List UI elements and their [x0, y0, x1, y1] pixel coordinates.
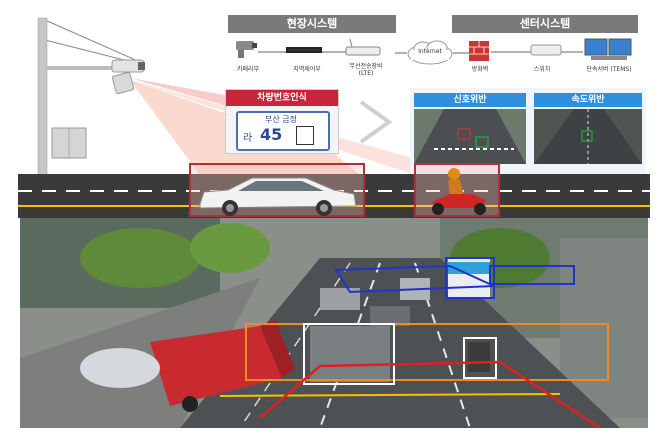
modem-device-icon	[345, 38, 381, 56]
chevron-right-icon	[359, 100, 393, 144]
plate-recognition-title: 차량번호인식	[226, 90, 338, 106]
camera-device-label: 카메라부	[236, 66, 260, 73]
license-plate: 부산 금정 라 45	[236, 111, 330, 151]
signal-violation-image	[414, 109, 526, 164]
server-device-icon	[584, 38, 632, 60]
plate-region: 부산 금정	[265, 115, 297, 124]
motorcycle-rider-icon	[432, 168, 486, 215]
signal-violation-header: 신호위반	[414, 93, 526, 107]
switch-device-icon	[530, 44, 562, 56]
center-system-header: 센터시스템	[452, 15, 638, 33]
server-device-label: 단속서버 (TEMS)	[586, 66, 632, 73]
plate-recognition-panel: 차량번호인식 부산 금정 라 45	[225, 89, 339, 154]
plate-number: 45	[260, 125, 283, 144]
controller-device-label: 지역제어부	[293, 66, 321, 73]
street-detection-image	[20, 218, 648, 428]
controller-device-icon	[286, 47, 322, 53]
suv-car-icon	[199, 177, 357, 216]
plate-digit-box	[296, 126, 314, 145]
roadside-cabinet-icon	[51, 127, 87, 159]
firewall-device-icon	[469, 41, 489, 61]
camera-device-icon	[236, 41, 257, 58]
firewall-device-label: 방화벽	[471, 66, 489, 73]
speed-violation-image	[534, 109, 642, 164]
plate-prefix: 라	[243, 133, 253, 144]
modem-device-label: 무선전송장비 (LTE)	[349, 63, 383, 77]
switch-device-label: 스위치	[533, 66, 551, 73]
speed-violation-header: 속도위반	[534, 93, 642, 107]
center-system-devices	[469, 38, 632, 61]
field-system-header: 현장시스템	[228, 15, 396, 33]
